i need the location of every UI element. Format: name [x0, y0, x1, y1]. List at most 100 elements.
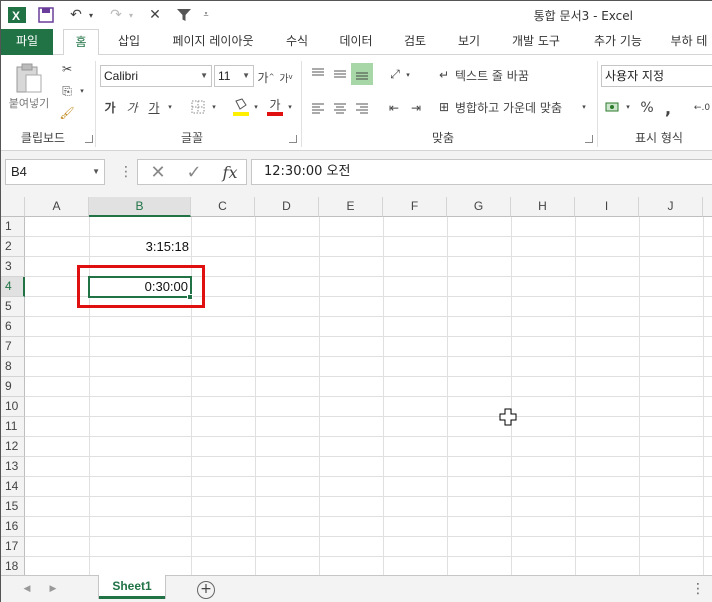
tab-page-layout[interactable]: 페이지 레이아웃 — [161, 29, 265, 55]
merge-dropdown-icon[interactable]: ▾ — [579, 101, 589, 113]
bold-button[interactable]: 가 — [101, 97, 119, 117]
clipboard-launcher-icon[interactable] — [85, 135, 93, 143]
column-header[interactable]: D — [255, 197, 319, 217]
align-left-icon[interactable] — [307, 97, 329, 119]
copy-dropdown-icon[interactable]: ▾ — [77, 85, 87, 97]
row-header[interactable]: 13 — [1, 457, 25, 477]
wrap-text-button[interactable]: 텍스트 줄 바꿈 — [455, 65, 545, 85]
column-header[interactable]: G — [447, 197, 511, 217]
grow-font-button[interactable]: 가 ^ — [257, 67, 275, 87]
row-header[interactable]: 18 — [1, 557, 25, 575]
grid-line — [25, 316, 712, 317]
align-center-icon[interactable] — [329, 97, 351, 119]
tab-file[interactable]: 파일 — [1, 29, 53, 55]
row-header[interactable]: 9 — [1, 377, 25, 397]
underline-button[interactable]: 가 — [145, 97, 163, 117]
column-header[interactable]: C — [191, 197, 255, 217]
tab-view[interactable]: 보기 — [449, 29, 489, 55]
tab-formulas[interactable]: 수식 — [277, 29, 317, 55]
formula-bar-grip-icon[interactable]: ⋮ — [119, 163, 133, 183]
paste-label[interactable]: 붙여넣기 — [3, 95, 55, 111]
orientation-dropdown-icon[interactable]: ▾ — [403, 69, 413, 81]
align-top-icon[interactable] — [307, 63, 329, 85]
cut-icon[interactable]: ✂ — [57, 59, 77, 79]
increase-indent-icon[interactable]: ⇥ — [405, 97, 427, 119]
scroll-left-icon[interactable]: ◀ — [19, 580, 35, 598]
cell-b2[interactable]: 3:15:18 — [89, 237, 191, 257]
row-header[interactable]: 1 — [1, 217, 25, 237]
orientation-icon[interactable]: ⤢ — [385, 63, 405, 85]
cancel-entry-icon[interactable]: ✕ — [142, 160, 174, 184]
insert-function-button[interactable]: fx — [214, 160, 246, 184]
shrink-font-button[interactable]: 가v — [277, 67, 295, 87]
row-header[interactable]: 11 — [1, 417, 25, 437]
accounting-dropdown-icon[interactable]: ▾ — [623, 101, 633, 113]
scroll-right-icon[interactable]: ▶ — [45, 580, 61, 598]
row-header[interactable]: 12 — [1, 437, 25, 457]
tab-review[interactable]: 검토 — [393, 29, 437, 55]
row-header[interactable]: 16 — [1, 517, 25, 537]
row-header[interactable]: 14 — [1, 477, 25, 497]
fill-color-dropdown-icon[interactable]: ▾ — [251, 101, 261, 113]
align-middle-icon[interactable] — [329, 63, 351, 85]
borders-dropdown-icon[interactable]: ▾ — [209, 101, 219, 113]
copy-icon[interactable]: ⎘ — [57, 81, 77, 101]
formula-input[interactable]: 12:30:00 오전 — [251, 159, 712, 185]
more-options-icon[interactable]: ⋮ — [691, 580, 705, 598]
column-header-partial[interactable] — [703, 197, 712, 217]
tab-data[interactable]: 데이터 — [331, 29, 381, 55]
font-size-select[interactable]: 11 ▼ — [214, 65, 254, 87]
grid-line — [25, 436, 712, 437]
grid-line — [25, 396, 712, 397]
comma-style-button[interactable]: , — [661, 97, 675, 119]
add-sheet-button[interactable]: + — [195, 579, 217, 601]
name-box[interactable]: B4 ▼ — [5, 159, 105, 185]
row-header[interactable]: 10 — [1, 397, 25, 417]
column-header[interactable]: I — [575, 197, 639, 217]
column-header[interactable]: H — [511, 197, 575, 217]
paste-icon[interactable] — [11, 61, 47, 95]
column-header[interactable]: E — [319, 197, 383, 217]
percent-style-button[interactable]: % — [637, 97, 657, 119]
row-header[interactable]: 5 — [1, 297, 25, 317]
window-title: 통합 문서3 - Excel — [533, 9, 633, 23]
underline-dropdown-icon[interactable]: ▾ — [165, 101, 175, 113]
font-name-select[interactable]: Calibri ▼ — [100, 65, 212, 87]
alignment-launcher-icon[interactable] — [585, 135, 593, 143]
align-right-icon[interactable] — [351, 97, 373, 119]
column-header[interactable]: A — [25, 197, 89, 217]
sheet-tab-sheet1[interactable]: Sheet1 — [99, 575, 165, 599]
italic-button[interactable]: 가 — [123, 97, 141, 117]
row-header[interactable]: 8 — [1, 357, 25, 377]
number-format-select[interactable]: 사용자 지정 — [601, 65, 712, 87]
confirm-entry-icon[interactable]: ✓ — [178, 160, 210, 184]
row-header[interactable]: 6 — [1, 317, 25, 337]
row-header[interactable]: 4 — [1, 277, 25, 297]
merge-center-button[interactable]: 병합하고 가운데 맞춤 — [455, 97, 579, 117]
increase-decimal-icon[interactable]: ←.0 — [691, 97, 712, 119]
tab-load-test[interactable]: 부하 테 — [665, 29, 712, 55]
tab-add-ins[interactable]: 추가 기능 — [583, 29, 653, 55]
row-header[interactable]: 2 — [1, 237, 25, 257]
tab-home[interactable]: 홈 — [63, 29, 99, 56]
format-painter-icon[interactable]: 🖌 — [57, 103, 77, 123]
accounting-format-icon[interactable] — [603, 97, 623, 119]
row-header[interactable]: 15 — [1, 497, 25, 517]
row-header[interactable]: 7 — [1, 337, 25, 357]
font-color-button[interactable]: 가 — [265, 95, 285, 119]
worksheet-grid[interactable]: A B C D E F G H I J 1 2 3 4 5 6 7 8 9 10… — [1, 197, 712, 575]
select-all-corner[interactable] — [1, 197, 25, 217]
column-header[interactable]: J — [639, 197, 703, 217]
align-bottom-icon[interactable] — [351, 63, 373, 85]
fill-color-icon[interactable] — [231, 95, 251, 119]
column-header[interactable]: B — [89, 197, 191, 217]
tab-insert[interactable]: 삽입 — [109, 29, 149, 55]
font-launcher-icon[interactable] — [289, 135, 297, 143]
tab-developer[interactable]: 개발 도구 — [501, 29, 571, 55]
font-color-dropdown-icon[interactable]: ▾ — [285, 101, 295, 113]
column-header[interactable]: F — [383, 197, 447, 217]
borders-icon[interactable] — [187, 97, 209, 117]
row-header[interactable]: 3 — [1, 257, 25, 277]
decrease-indent-icon[interactable]: ⇤ — [383, 97, 405, 119]
row-header[interactable]: 17 — [1, 537, 25, 557]
